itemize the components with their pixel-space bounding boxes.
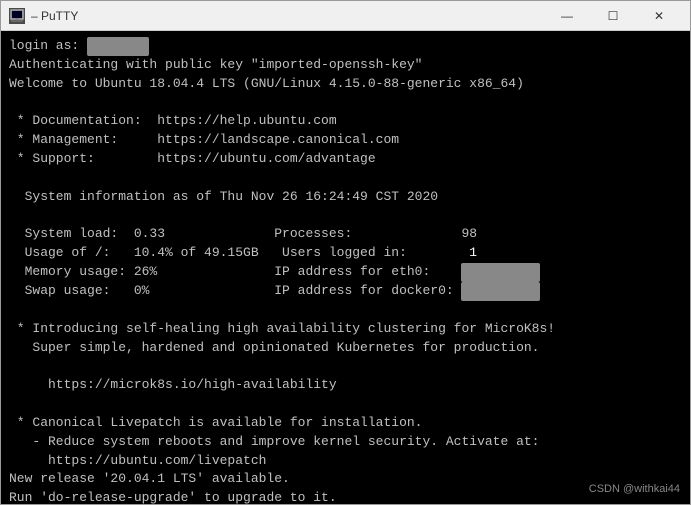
window-title: – PuTTY [31, 9, 78, 23]
terminal-line-memory: Memory usage: 26% IP address for eth0: [9, 263, 682, 282]
terminal-line-mgmt: * Management: https://landscape.canonica… [9, 131, 682, 150]
terminal-line-doc: * Documentation: https://help.ubuntu.com [9, 112, 682, 131]
terminal-line-welcome: Welcome to Ubuntu 18.04.4 LTS (GNU/Linux… [9, 75, 682, 94]
terminal-line-support: * Support: https://ubuntu.com/advantage [9, 150, 682, 169]
terminal-line-blank3 [9, 207, 682, 226]
terminal-line-intro2: Super simple, hardened and opinionated K… [9, 339, 682, 358]
terminal-line-sysload: System load: 0.33 Processes: 98 [9, 225, 682, 244]
maximize-button[interactable]: ☐ [590, 1, 636, 31]
terminal-line-swap: Swap usage: 0% IP address for docker0: [9, 282, 682, 301]
close-button[interactable]: ✕ [636, 1, 682, 31]
putty-window: – PuTTY — ☐ ✕ login as: Authenticating w… [0, 0, 691, 505]
titlebar: – PuTTY — ☐ ✕ [1, 1, 690, 31]
app-icon [9, 8, 25, 24]
terminal-line-microurl: https://microk8s.io/high-availability [9, 376, 682, 395]
terminal-line-sysinfo: System information as of Thu Nov 26 16:2… [9, 188, 682, 207]
terminal-line-blank5 [9, 357, 682, 376]
terminal-area[interactable]: login as: Authenticating with public key… [1, 31, 690, 504]
terminal-line-login: login as: [9, 37, 682, 56]
terminal-line-dorelease: Run 'do-release-upgrade' to upgrade to i… [9, 489, 682, 504]
terminal-line-newrelease: New release '20.04.1 LTS' available. [9, 470, 682, 489]
titlebar-left: – PuTTY [9, 8, 78, 24]
terminal-line-auth: Authenticating with public key "imported… [9, 56, 682, 75]
terminal-line-livepatch: * Canonical Livepatch is available for i… [9, 414, 682, 433]
terminal-line-liveurl: https://ubuntu.com/livepatch [9, 452, 682, 471]
window-controls: — ☐ ✕ [544, 1, 682, 31]
terminal-line-blank4 [9, 301, 682, 320]
redacted-docker0 [461, 282, 539, 301]
terminal-line-usage: Usage of /: 10.4% of 49.15GB Users logge… [9, 244, 682, 263]
terminal-line-intro1: * Introducing self-healing high availabi… [9, 320, 682, 339]
watermark: CSDN @withkai44 [589, 482, 680, 498]
redacted-username [87, 37, 149, 56]
minimize-button[interactable]: — [544, 1, 590, 31]
redacted-eth0 [461, 263, 539, 282]
users-count: 1 [469, 245, 477, 260]
terminal-line-reduce: - Reduce system reboots and improve kern… [9, 433, 682, 452]
terminal-line-blank2 [9, 169, 682, 188]
terminal-line-blank6 [9, 395, 682, 414]
terminal-line-blank1 [9, 94, 682, 113]
